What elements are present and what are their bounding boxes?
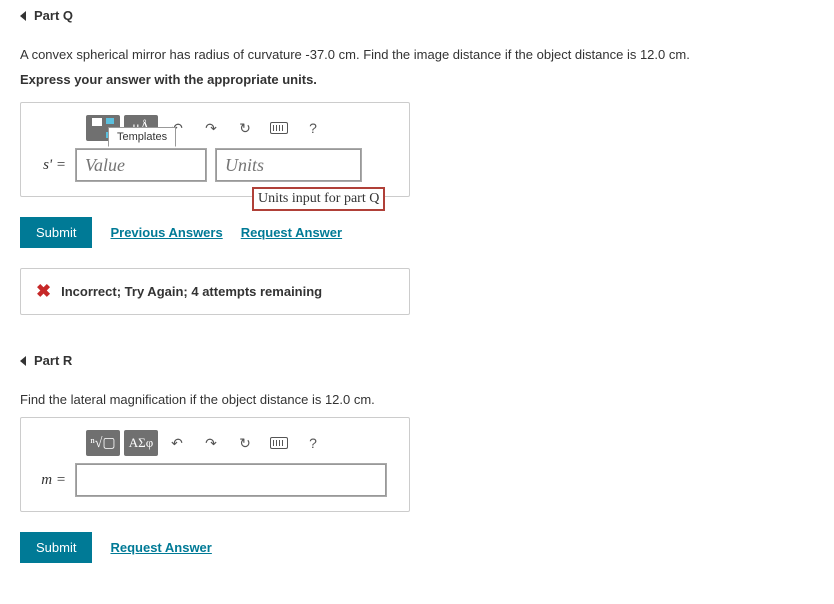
part-r-var-label: m =: [36, 472, 66, 489]
keyboard-button[interactable]: [264, 115, 294, 141]
request-answer-link[interactable]: Request Answer: [241, 225, 342, 240]
keyboard-icon: [270, 122, 288, 134]
part-r-input-row: m =: [36, 464, 394, 496]
greek-icon: ΑΣφ: [129, 435, 153, 451]
feedback-box: ✖ Incorrect; Try Again; 4 attempts remai…: [20, 268, 410, 315]
part-q-section: A convex spherical mirror has radius of …: [0, 46, 834, 315]
keyboard-icon: [270, 437, 288, 449]
value-input[interactable]: [76, 149, 206, 181]
submit-button[interactable]: Submit: [20, 217, 92, 248]
part-q-title: Part Q: [34, 8, 73, 23]
units-tooltip: Units input for part Q: [252, 187, 385, 211]
part-r-toolbar: ⁿ√▢ ΑΣφ ↶ ↷ ↻ ?: [86, 430, 394, 456]
part-r-title: Part R: [34, 353, 72, 368]
redo-button[interactable]: ↷: [196, 115, 226, 141]
caret-icon: [20, 11, 26, 21]
part-q-answer-box: μÅ ↶ ↷ ↻ ? Templates s' = Units input f: [20, 102, 410, 197]
help-icon: ?: [309, 120, 317, 136]
part-r-answer-box: ⁿ√▢ ΑΣφ ↶ ↷ ↻ ? m =: [20, 417, 410, 512]
submit-button[interactable]: Submit: [20, 532, 92, 563]
redo-icon: ↷: [205, 120, 217, 137]
reset-icon: ↻: [239, 120, 251, 137]
templates-tab[interactable]: Templates: [108, 127, 176, 147]
undo-icon: ↶: [171, 435, 183, 452]
reset-icon: ↻: [239, 435, 251, 452]
reset-button[interactable]: ↻: [230, 115, 260, 141]
part-q-var-label: s' =: [36, 157, 66, 174]
request-answer-link[interactable]: Request Answer: [110, 540, 211, 555]
part-r-section: Find the lateral magnification if the ob…: [0, 391, 834, 563]
sqrt-tool-button[interactable]: ⁿ√▢: [86, 430, 120, 456]
part-q-instruction: Express your answer with the appropriate…: [20, 72, 814, 87]
greek-symbols-button[interactable]: ΑΣφ: [124, 430, 158, 456]
help-button[interactable]: ?: [298, 115, 328, 141]
incorrect-icon: ✖: [36, 281, 51, 302]
help-button[interactable]: ?: [298, 430, 328, 456]
previous-answers-link[interactable]: Previous Answers: [110, 225, 222, 240]
part-q-question: A convex spherical mirror has radius of …: [20, 46, 814, 64]
sqrt-icon: ⁿ√▢: [90, 435, 115, 452]
part-r-header[interactable]: Part R: [0, 345, 834, 376]
keyboard-button[interactable]: [264, 430, 294, 456]
magnification-input[interactable]: [76, 464, 386, 496]
part-q-actions: Submit Previous Answers Request Answer: [20, 217, 814, 248]
redo-button[interactable]: ↷: [196, 430, 226, 456]
part-r-question: Find the lateral magnification if the ob…: [20, 391, 814, 409]
reset-button[interactable]: ↻: [230, 430, 260, 456]
units-input[interactable]: [216, 149, 361, 181]
part-q-input-row: Templates s' = Units input for part Q: [36, 149, 394, 181]
undo-button[interactable]: ↶: [162, 430, 192, 456]
caret-icon: [20, 356, 26, 366]
feedback-message: Incorrect; Try Again; 4 attempts remaini…: [61, 284, 322, 299]
redo-icon: ↷: [205, 435, 217, 452]
part-r-actions: Submit Request Answer: [20, 532, 814, 563]
help-icon: ?: [309, 435, 317, 451]
part-q-header[interactable]: Part Q: [0, 0, 834, 31]
